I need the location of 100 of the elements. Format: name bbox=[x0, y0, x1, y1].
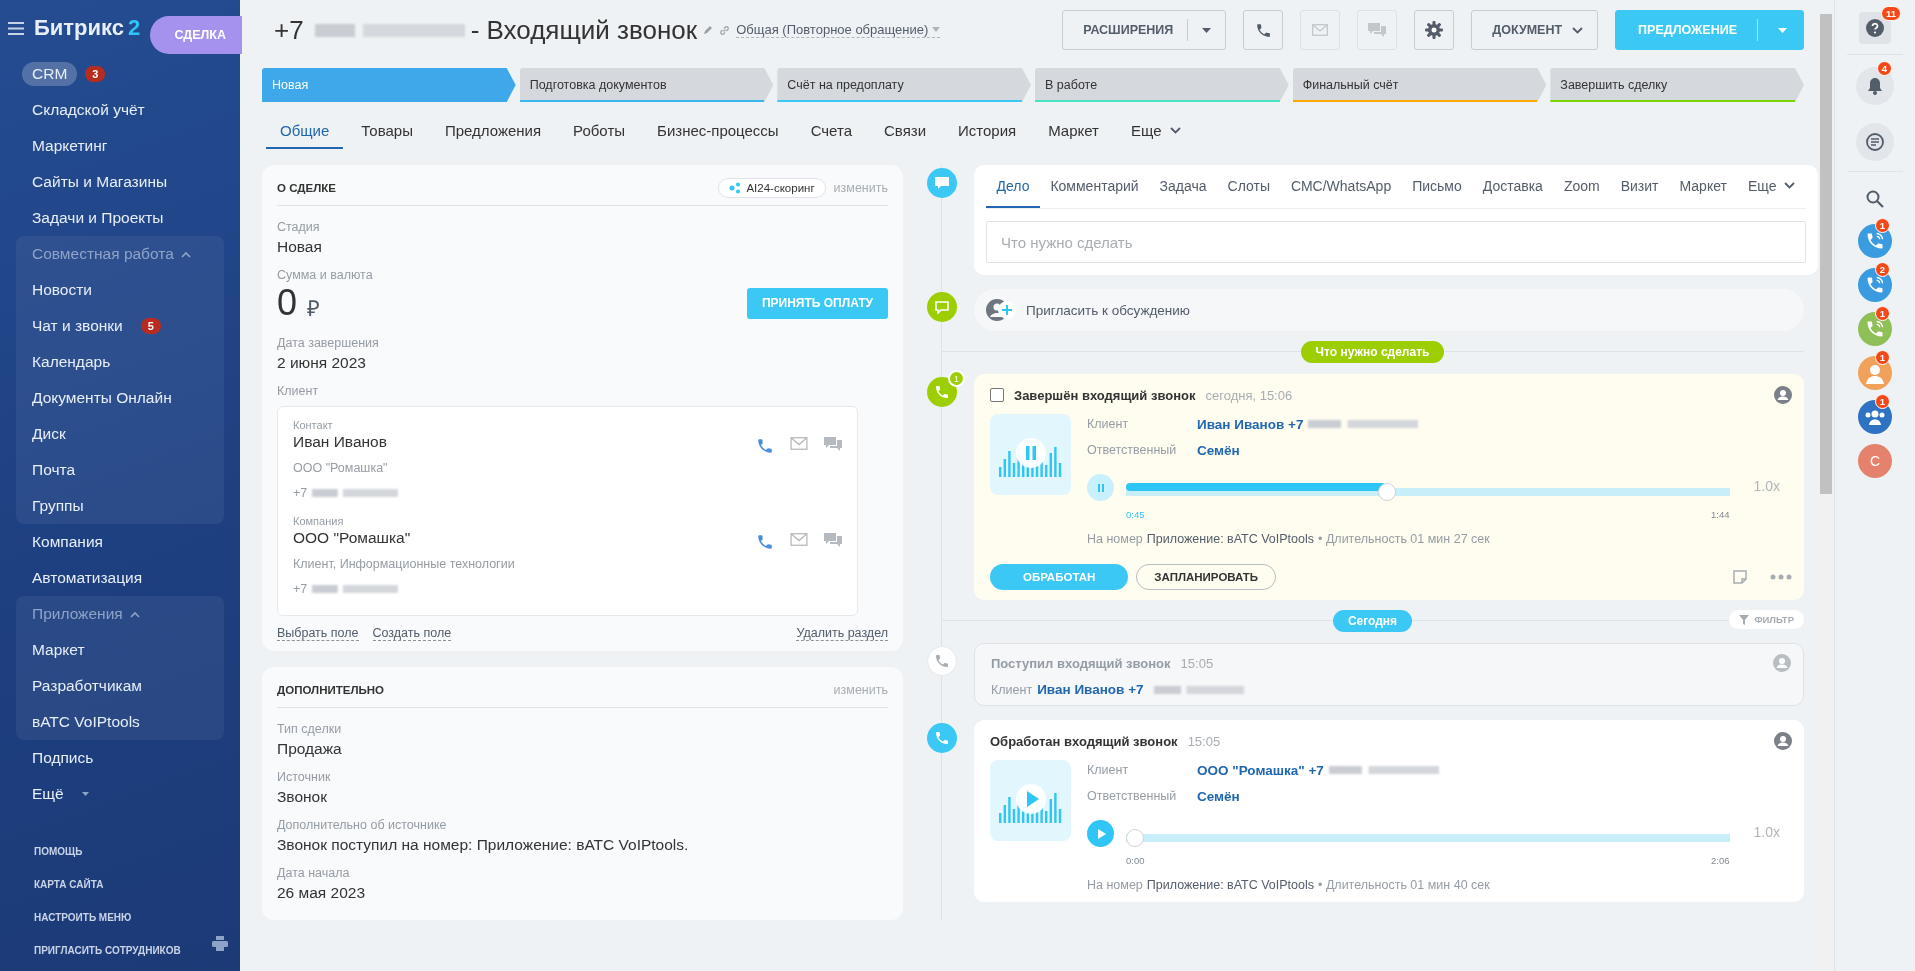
field-action-link[interactable]: Выбрать поле bbox=[277, 626, 359, 641]
checkbox[interactable] bbox=[990, 388, 1004, 402]
call-contact-button[interactable] bbox=[1858, 268, 1892, 302]
stage-step[interactable]: Завершить сделку bbox=[1550, 68, 1805, 102]
tab[interactable]: Счета bbox=[796, 112, 866, 149]
menu-item[interactable]: Группы bbox=[22, 494, 94, 518]
composer-tab[interactable]: СМС/WhatsApp bbox=[1280, 165, 1402, 208]
client-link[interactable]: Иван Иванов +7 bbox=[1197, 416, 1304, 432]
logo-text[interactable]: Битрикс bbox=[34, 15, 125, 41]
field-label: Сумма и валюта bbox=[277, 268, 374, 282]
footer-link[interactable]: ПРИГЛАСИТЬ СОТРУДНИКОВ bbox=[34, 934, 240, 967]
menu-item[interactable]: Диск bbox=[22, 422, 76, 446]
scrollbar-thumb[interactable] bbox=[1820, 14, 1832, 494]
phone-icon[interactable] bbox=[756, 437, 774, 455]
more-menu-item[interactable]: Ещё bbox=[22, 782, 74, 806]
printer-icon[interactable] bbox=[212, 936, 228, 951]
ai-scoring-button[interactable]: AI24-скоринг bbox=[718, 178, 826, 198]
contact-avatar[interactable] bbox=[1858, 356, 1892, 390]
stage-step[interactable]: Подготовка документов bbox=[519, 68, 774, 102]
composer-tab[interactable]: Задача bbox=[1149, 165, 1218, 208]
tab[interactable]: Связи bbox=[870, 112, 940, 149]
tab[interactable]: Роботы bbox=[559, 112, 640, 149]
chat-list-button[interactable] bbox=[1856, 123, 1894, 161]
composer-tab[interactable]: Слоты bbox=[1217, 165, 1281, 208]
pause-button[interactable] bbox=[1087, 474, 1114, 501]
call-contact-button[interactable] bbox=[1858, 224, 1892, 258]
user-icon[interactable] bbox=[1774, 386, 1792, 404]
tab[interactable]: Общие bbox=[266, 112, 344, 149]
field-action-link[interactable]: Создать поле bbox=[372, 626, 452, 641]
more-tab[interactable]: Еще bbox=[1117, 112, 1195, 149]
menu-item[interactable]: Маркетинг bbox=[22, 134, 118, 158]
footer-link[interactable]: НАСТРОИТЬ МЕНЮ bbox=[34, 901, 240, 934]
composer-tab[interactable]: Маркет bbox=[1669, 165, 1738, 208]
client-name[interactable]: ООО "Ромашка" bbox=[293, 529, 756, 547]
settings-button[interactable] bbox=[1414, 10, 1455, 50]
menu-item[interactable]: Сайты и Магазины bbox=[22, 170, 178, 194]
menu-icon[interactable] bbox=[8, 21, 24, 35]
link-icon[interactable] bbox=[719, 24, 731, 36]
pencil-icon[interactable] bbox=[703, 25, 714, 35]
chat-icon[interactable] bbox=[824, 437, 842, 452]
menu-item[interactable]: Новости bbox=[22, 278, 102, 302]
menu-item[interactable]: Подпись bbox=[22, 746, 104, 770]
menu-item[interactable]: Чат и звонки bbox=[22, 314, 133, 338]
call-contact-button[interactable] bbox=[1858, 312, 1892, 346]
document-button[interactable]: ДОКУМЕНТ bbox=[1471, 10, 1599, 50]
tab[interactable]: Бизнес-процессы bbox=[643, 112, 793, 149]
menu-item[interactable]: Календарь bbox=[22, 350, 121, 374]
tab[interactable]: История bbox=[944, 112, 1031, 149]
composer-tab[interactable]: Визит bbox=[1610, 165, 1669, 208]
play-button[interactable] bbox=[1087, 820, 1114, 847]
menu-item[interactable]: Маркет bbox=[22, 638, 95, 662]
footer-link[interactable]: ПОМОЩЬ bbox=[34, 835, 240, 868]
responsible-link[interactable]: Семён bbox=[1197, 788, 1240, 804]
more-tab[interactable]: Еще bbox=[1737, 165, 1806, 208]
menu-item[interactable]: Документы Онлайн bbox=[22, 386, 182, 410]
tab[interactable]: Товары bbox=[347, 112, 427, 149]
menu-item[interactable]: Задачи и Проекты bbox=[22, 206, 174, 230]
chat-icon[interactable] bbox=[824, 533, 842, 548]
menu-item[interactable]: вАТС VoIPtools bbox=[22, 710, 150, 734]
menu-item[interactable]: Разработчикам bbox=[22, 674, 152, 698]
mail-icon[interactable] bbox=[790, 533, 808, 546]
client-link[interactable]: ООО "Ромашка" +7 bbox=[1197, 762, 1324, 778]
note-icon[interactable] bbox=[1732, 569, 1748, 585]
composer-tab[interactable]: Доставка bbox=[1472, 165, 1554, 208]
menu-item[interactable]: Почта bbox=[22, 458, 86, 482]
more-icon[interactable] bbox=[1770, 574, 1792, 580]
group-chat-button[interactable] bbox=[1858, 400, 1892, 434]
mail-icon[interactable] bbox=[790, 437, 808, 450]
responsible-link[interactable]: Семён bbox=[1197, 442, 1240, 458]
stage-step[interactable]: Счёт на предоплату bbox=[777, 68, 1031, 102]
notifications-button[interactable] bbox=[1856, 67, 1894, 105]
client-name[interactable]: Иван Иванов bbox=[293, 433, 756, 451]
phone-icon[interactable] bbox=[756, 533, 774, 551]
menu-item[interactable]: CRM bbox=[22, 62, 78, 86]
menu-item[interactable]: Автоматизация bbox=[22, 566, 153, 590]
logo-suffix[interactable]: 2 bbox=[128, 15, 141, 41]
user-icon[interactable] bbox=[1773, 654, 1791, 672]
user-icon[interactable] bbox=[1774, 732, 1792, 750]
menu-item[interactable]: Компания bbox=[22, 530, 113, 554]
client-link[interactable]: Иван Иванов +7 bbox=[1037, 682, 1144, 697]
tab[interactable]: Предложения bbox=[430, 112, 556, 149]
progress-handle[interactable] bbox=[1377, 483, 1396, 501]
field-label: Ответственный bbox=[1087, 789, 1178, 803]
invite-button[interactable]: Пригласить к обсуждению bbox=[974, 289, 1804, 331]
duration-text: • Длительность 01 мин 40 сек bbox=[1318, 878, 1490, 892]
composer-tab[interactable]: Zoom bbox=[1553, 165, 1611, 208]
extensions-button[interactable]: РАСШИРЕНИЯ bbox=[1062, 10, 1227, 50]
tab[interactable]: Маркет bbox=[1034, 112, 1113, 149]
stage-step[interactable]: Финальный счёт bbox=[1292, 68, 1547, 102]
call-button[interactable] bbox=[1243, 10, 1284, 50]
composer-tab[interactable]: Письмо bbox=[1401, 165, 1473, 208]
delete-section-link[interactable]: Удалить раздел bbox=[796, 626, 888, 641]
category-dropdown[interactable]: Общая (Повторное обращение) bbox=[736, 22, 941, 38]
footer-link[interactable]: КАРТА САЙТА bbox=[34, 868, 240, 901]
stage-step[interactable]: В работе bbox=[1035, 68, 1289, 102]
composer-tab[interactable]: Дело bbox=[986, 165, 1040, 208]
composer-tab[interactable]: Комментарий bbox=[1039, 165, 1150, 208]
menu-item[interactable]: Складской учёт bbox=[22, 98, 155, 122]
progress-handle[interactable] bbox=[1126, 829, 1144, 847]
todo-input[interactable]: Что нужно сделать bbox=[986, 221, 1806, 263]
